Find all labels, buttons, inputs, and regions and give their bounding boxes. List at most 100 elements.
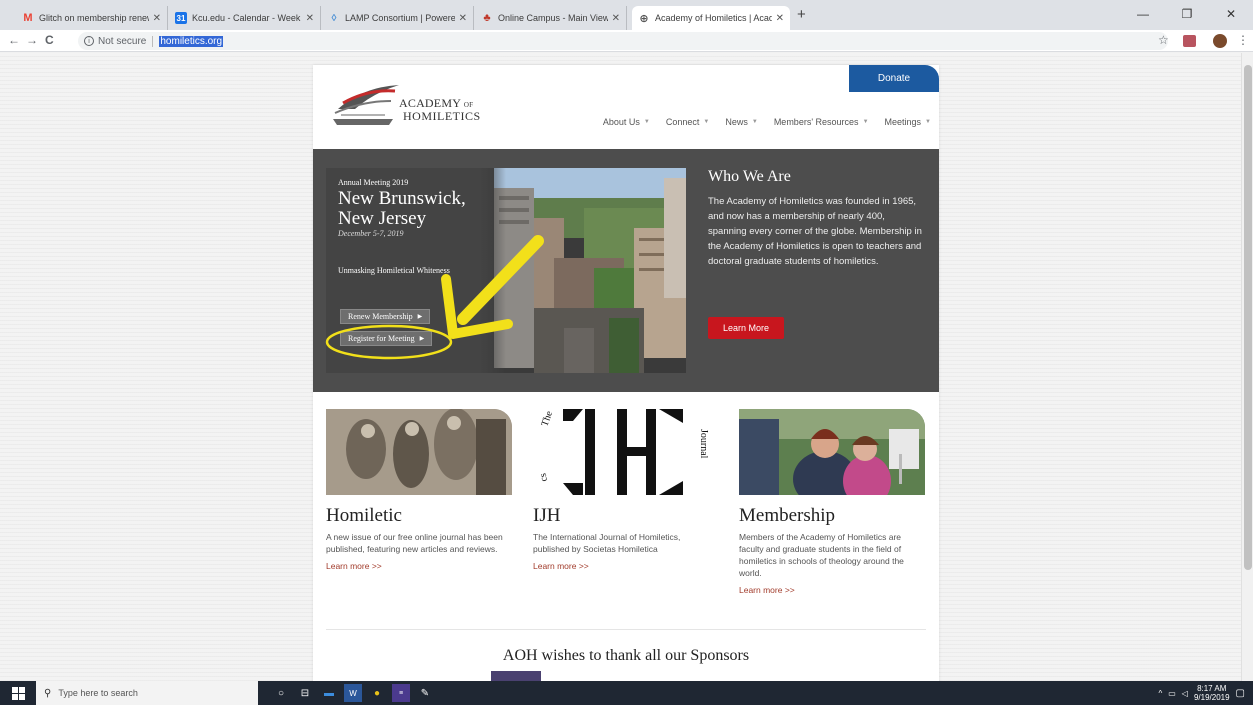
main-navigation: About Us ▼ Connect ▼ News ▼ Members' Resour… (603, 117, 931, 127)
notifications-icon[interactable]: ▢ (1236, 688, 1245, 699)
sponsor-logo[interactable] (491, 671, 541, 681)
membership-title[interactable]: Membership (739, 505, 925, 527)
membership-learn-more-link[interactable]: Learn more >> (739, 585, 795, 595)
renew-membership-button[interactable]: Renew Membership ▶ (340, 309, 431, 324)
ijh-column: The Journal cs IJH The International Jou… (533, 409, 719, 574)
close-icon[interactable]: ✕ (776, 13, 784, 24)
close-icon[interactable]: ✕ (459, 13, 467, 24)
url-text[interactable]: homiletics.org (159, 35, 224, 47)
homiletic-image[interactable] (326, 409, 512, 495)
file-explorer-icon[interactable]: ▬ (320, 684, 338, 702)
who-we-are: Who We Are The Academy of Homiletics was… (708, 168, 926, 269)
tab-calendar[interactable]: 31 Kcu.edu - Calendar - Week of Se ✕ (169, 6, 321, 30)
nav-label: About Us (602, 117, 640, 127)
word-icon[interactable]: W (344, 684, 362, 702)
task-view-icon[interactable]: ⊟ (296, 684, 314, 702)
app-icon[interactable]: ≡ (392, 684, 410, 702)
logo-text-line2: HOMILETICS (403, 109, 481, 123)
homiletic-title[interactable]: Homiletic (326, 505, 512, 527)
close-icon[interactable]: ✕ (306, 13, 314, 24)
tab-title: Glitch on membership renewal p (39, 13, 149, 23)
ijh-logo-image[interactable]: The Journal cs (533, 409, 719, 495)
city-photo (494, 168, 686, 373)
start-button[interactable] (0, 681, 36, 705)
sponsors-heading: AOH wishes to thank all our Sponsors (502, 647, 750, 664)
address-bar[interactable]: i Not secure homiletics.org (78, 32, 1168, 50)
academy-logo-icon (333, 85, 399, 125)
nav-meetings[interactable]: Meetings ▼ (885, 117, 931, 127)
clock[interactable]: 8:17 AM 9/19/2019 (1194, 684, 1230, 702)
ijh-title[interactable]: IJH (533, 505, 719, 527)
browser-toolbar: ← → C i Not secure homiletics.org ☆ ⋮ (0, 30, 1253, 52)
close-icon[interactable]: ✕ (153, 13, 161, 24)
bookmark-star-icon[interactable]: ☆ (1158, 33, 1169, 47)
register-for-meeting-button[interactable]: Register for Meeting ▶ (340, 331, 433, 346)
extension-icon[interactable] (1183, 35, 1196, 47)
forward-icon[interactable]: → (26, 33, 38, 47)
clock-date: 9/19/2019 (1193, 693, 1230, 702)
who-we-are-body: The Academy of Homiletics was founded in… (708, 196, 922, 267)
maximize-icon[interactable]: ❐ (1165, 0, 1209, 28)
nav-connect[interactable]: Connect ▼ (666, 117, 709, 127)
chrome-icon[interactable]: ● (368, 684, 386, 702)
who-we-are-title: Who We Are (708, 168, 791, 185)
tab-lamp[interactable]: ◊ LAMP Consortium | Powered by ✕ (322, 6, 474, 30)
reload-icon[interactable]: C (45, 33, 54, 47)
tab-online-campus[interactable]: ♣ Online Campus - Main View | Ho ✕ (475, 6, 627, 30)
membership-image[interactable] (739, 409, 925, 495)
hero-city: New Brunswick, New Jersey (338, 188, 466, 229)
menu-icon[interactable]: ⋮ (1237, 33, 1249, 47)
nav-news[interactable]: News ▼ (725, 117, 757, 127)
nav-about-us[interactable]: About Us ▼ (603, 117, 650, 127)
taskbar-search[interactable]: ⚲ Type here to search (36, 681, 258, 705)
ijh-ring-text-right: Journal (698, 429, 709, 459)
site-container: Donate ACADEMY OF HOMILETICS About Us ▼ C… (313, 65, 939, 681)
members-photo (739, 409, 925, 495)
search-placeholder: Type here to search (58, 688, 138, 698)
tab-title: Kcu.edu - Calendar - Week of Se (192, 13, 302, 23)
engraving-image (326, 409, 512, 495)
ijh-learn-more-link[interactable]: Learn more >> (533, 561, 589, 571)
cortana-icon[interactable]: ○ (272, 684, 290, 702)
security-label[interactable]: Not secure (98, 35, 154, 47)
chevron-down-icon: ▼ (925, 119, 931, 125)
homiletic-column: Homiletic A new issue of our free online… (326, 409, 512, 574)
page-scrollbar[interactable] (1241, 53, 1253, 681)
minimize-icon[interactable]: — (1121, 0, 1165, 28)
profile-avatar[interactable] (1213, 34, 1227, 48)
nav-label: Members' Resources (773, 117, 859, 127)
button-label: Register for Meeting (348, 334, 415, 343)
ijh-logo-icon: The Journal cs (538, 409, 709, 495)
gmail-icon: M (23, 12, 33, 24)
calendar-icon: 31 (175, 12, 187, 24)
annual-meeting-card: Annual Meeting 2019 New Brunswick, New J… (326, 168, 686, 373)
clock-time: 8:17 AM (1197, 684, 1227, 693)
close-icon[interactable]: ✕ (612, 13, 620, 24)
homiletic-body: A new issue of our free online journal h… (326, 532, 503, 554)
tab-gmail[interactable]: M Glitch on membership renewal p ✕ (16, 6, 168, 30)
back-icon[interactable]: ← (8, 33, 20, 47)
tab-academy-homiletics[interactable]: ⊕ Academy of Homiletics | Academ ✕ (632, 6, 790, 30)
window-close-icon[interactable]: ✕ (1209, 0, 1253, 28)
windows-taskbar: ⚲ Type here to search ○ ⊟ ▬ W ● ≡ ✎ ^ ▭ … (0, 681, 1253, 705)
learn-more-button[interactable]: Learn More (708, 317, 784, 339)
play-arrow-icon: ▶ (417, 314, 423, 320)
page-viewport: Donate ACADEMY OF HOMILETICS About Us ▼ C… (0, 53, 1253, 681)
info-icon[interactable]: i (84, 36, 94, 46)
windows-logo-icon (11, 686, 25, 700)
site-logo[interactable]: ACADEMY OF HOMILETICS (333, 79, 483, 129)
homiletic-learn-more-link[interactable]: Learn more >> (326, 561, 382, 571)
browser-tab-strip: M Glitch on membership renewal p ✕ 31 Kc… (0, 0, 1253, 30)
ijh-ring-text-left: The (539, 409, 555, 428)
search-icon: ⚲ (44, 687, 52, 699)
section-divider (326, 629, 926, 630)
paint-icon[interactable]: ✎ (416, 684, 434, 702)
new-tab-button[interactable]: + (797, 6, 806, 23)
scrollbar-thumb[interactable] (1244, 65, 1252, 570)
donate-button[interactable]: Donate (849, 65, 939, 92)
network-icon[interactable]: ▭ (1168, 689, 1176, 698)
nav-label: Meetings (884, 117, 922, 127)
chevron-up-icon[interactable]: ^ (1158, 689, 1162, 698)
nav-members-resources[interactable]: Members' Resources ▼ (774, 117, 869, 127)
volume-icon[interactable]: ◁ (1182, 689, 1188, 698)
